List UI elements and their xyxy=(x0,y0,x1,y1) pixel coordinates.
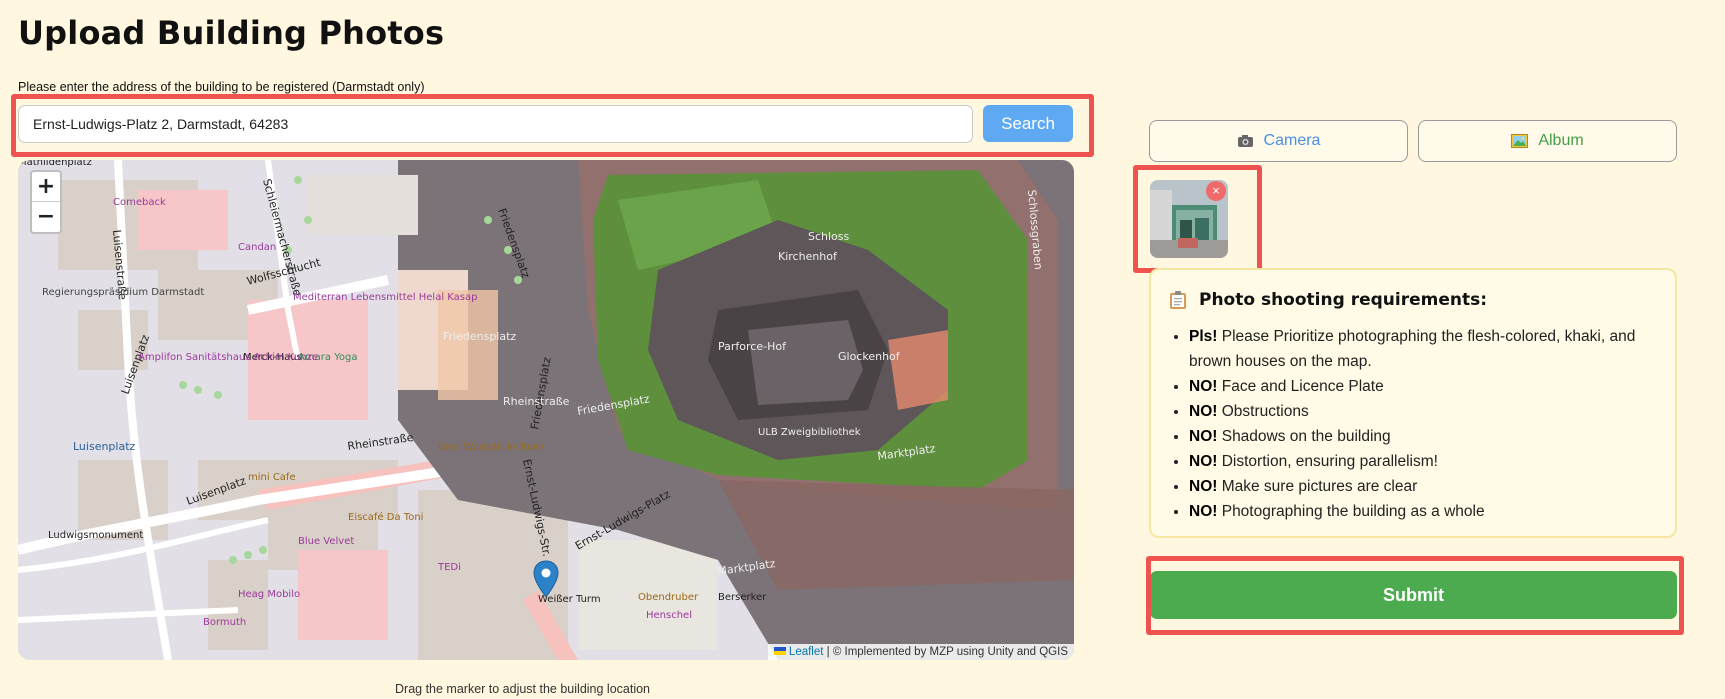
location-marker-icon[interactable] xyxy=(533,560,559,598)
map-label-regierungspraesidium: Regierungspräsidium Darmstadt xyxy=(42,287,204,298)
map-label-parforcehof: Parforce-Hof xyxy=(718,340,787,353)
ukraine-flag-icon xyxy=(773,647,786,655)
clipboard-icon xyxy=(1170,291,1186,309)
page-title: Upload Building Photos xyxy=(18,14,445,52)
map-attribution: Leaflet | © Implemented by MZP using Uni… xyxy=(767,644,1074,660)
map-label-henschel: Henschel xyxy=(646,610,692,621)
address-label: Please enter the address of the building… xyxy=(18,80,425,94)
leaflet-link[interactable]: Leaflet xyxy=(789,646,824,658)
map-label-ulb: ULB Zweigbibliothek xyxy=(758,427,861,438)
map-label-schloss: Schloss xyxy=(808,230,850,243)
album-button[interactable]: Album xyxy=(1418,120,1677,162)
map-label-bormuth: Bormuth xyxy=(203,617,246,628)
requirement-item: NO! Photographing the building as a whol… xyxy=(1189,499,1657,524)
map-label-blue-velvet: Blue Velvet xyxy=(298,536,354,547)
requirements-header: Photo shooting requirements: xyxy=(1169,290,1657,310)
map-label-kirchenhof: Kirchenhof xyxy=(778,250,838,263)
zoom-out-button[interactable]: − xyxy=(32,202,60,232)
camera-button-label: Camera xyxy=(1263,132,1321,149)
map-label-friedensplatz-2: Friedensplatz xyxy=(443,330,516,343)
requirement-item: Pls! Please Prioritize photographing the… xyxy=(1189,324,1657,374)
map-label-comeback: Comeback xyxy=(113,197,166,208)
picture-icon xyxy=(1511,134,1529,148)
requirements-panel: Photo shooting requirements: Pls! Please… xyxy=(1149,268,1677,538)
map-label-rheinstrasse-2: Rheinstraße xyxy=(503,395,570,408)
map-view[interactable]: Friedensplatz Friedensplatz Friedensplat… xyxy=(18,160,1074,660)
requirements-title: Photo shooting requirements: xyxy=(1199,290,1488,310)
requirement-item: NO! Face and Licence Plate xyxy=(1189,374,1657,399)
requirement-item: NO! Obstructions xyxy=(1189,399,1657,424)
requirements-list: Pls! Please Prioritize photographing the… xyxy=(1169,324,1657,524)
map-hint: Drag the marker to adjust the building l… xyxy=(395,682,651,696)
requirement-item: NO! Shadows on the building xyxy=(1189,424,1657,449)
map-label-mathildenplatz: Mathildenplatz xyxy=(18,160,92,168)
zoom-in-button[interactable]: + xyxy=(32,172,60,202)
submit-button[interactable]: Submit xyxy=(1150,571,1677,619)
requirement-item: NO! Make sure pictures are clear xyxy=(1189,474,1657,499)
map-label-obendruber: Obendruber xyxy=(638,592,699,603)
map-label-best-wurscht: Best Worscht in Town xyxy=(438,442,544,453)
search-button[interactable]: Search xyxy=(983,105,1073,142)
map-label-ludwigsmonument: Ludwigsmonument xyxy=(48,530,143,541)
map-label-eiscafe: Eiscafé Da Toni xyxy=(348,511,423,523)
map-label-tedi: TEDi xyxy=(437,562,461,573)
camera-icon xyxy=(1237,134,1254,148)
map-label-candan: Candan xyxy=(238,242,276,253)
map-label-amplifon: Amplifon Sanitätshaus Achim Kunze xyxy=(138,352,318,363)
map-label-luisenplatz-2: Luisenplatz xyxy=(73,440,136,453)
camera-button[interactable]: Camera xyxy=(1149,120,1408,162)
attribution-text: | © Implemented by MZP using Unity and Q… xyxy=(823,646,1068,658)
requirement-item: NO! Distortion, ensuring parallelism! xyxy=(1189,449,1657,474)
map-label-berserker: Berserker xyxy=(718,592,767,603)
map-label-mediterran: Mediterran Lebensmittel Helal Kasap xyxy=(293,292,477,303)
map-label-mini-cafe: mini Cafe xyxy=(248,472,296,483)
zoom-control[interactable]: + − xyxy=(30,170,62,234)
remove-photo-button[interactable]: × xyxy=(1206,181,1226,201)
map-label-heag-mobilo: Heag Mobilo xyxy=(238,589,300,600)
map-label-glockenhof: Glockenhof xyxy=(838,350,901,363)
address-search-input[interactable] xyxy=(18,105,973,143)
album-button-label: Album xyxy=(1538,132,1584,149)
